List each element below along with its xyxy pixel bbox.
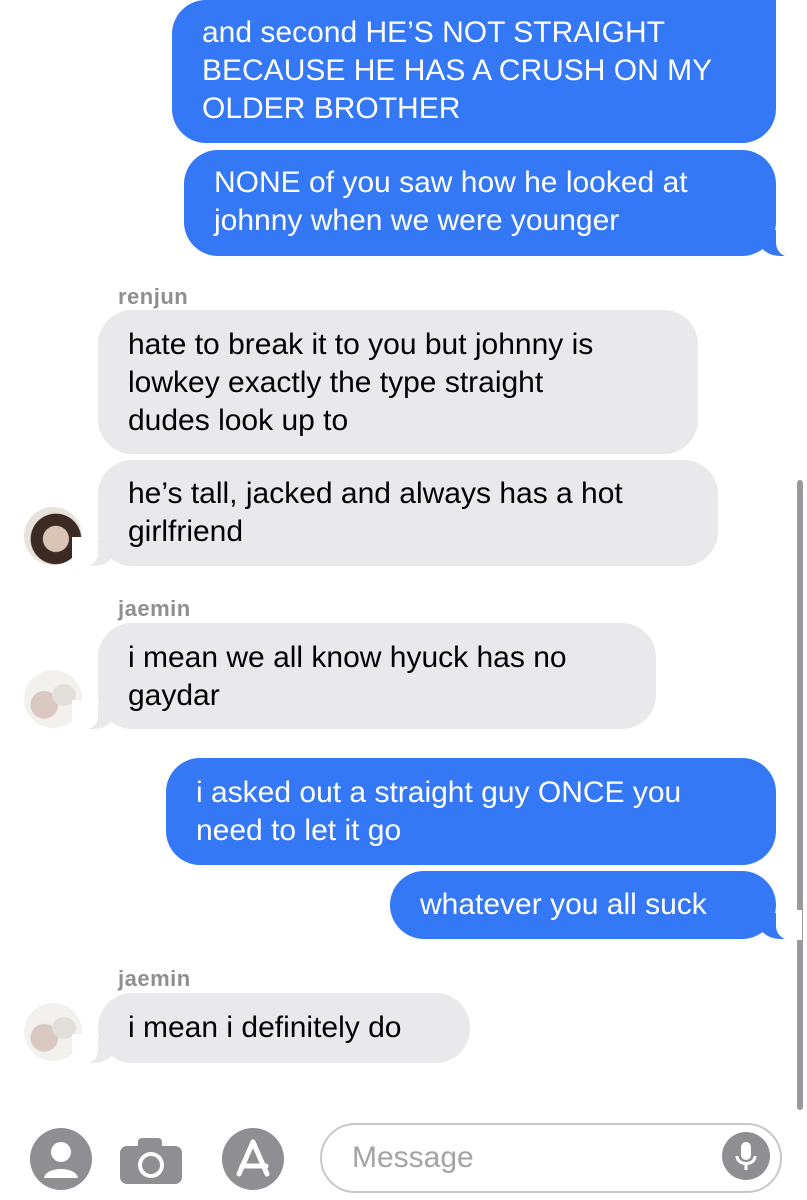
message-line: girlfriend: [128, 515, 244, 548]
message-line: i mean we all know hyuck has no: [128, 641, 567, 674]
message-line: i asked out a straight guy ONCE you: [196, 776, 682, 809]
sender-name: jaemin: [118, 966, 191, 991]
message-bubble-outgoing[interactable]: whatever you all suck: [390, 871, 802, 940]
message-line: lowkey exactly the type straight: [128, 366, 544, 399]
app-store-icon[interactable]: [222, 1128, 284, 1190]
message-bubble-incoming[interactable]: i mean we all know hyuck has no gaydar: [72, 623, 656, 730]
message-bubble-outgoing[interactable]: NONE of you saw how he looked at johnny …: [184, 150, 802, 257]
message-line: whatever you all suck: [420, 888, 707, 921]
message-input[interactable]: Message: [320, 1123, 782, 1193]
microphone-icon[interactable]: [722, 1132, 770, 1180]
message-line: dudes look up to: [128, 404, 349, 437]
message-line: gaydar: [128, 679, 220, 712]
scrollbar[interactable]: [797, 480, 803, 1110]
camera-icon[interactable]: [118, 1136, 184, 1186]
sender-name: jaemin: [118, 596, 191, 621]
message-line: johnny when we were younger: [214, 204, 620, 237]
message-bubble-incoming[interactable]: i mean i definitely do: [72, 993, 470, 1064]
message-bubble-incoming[interactable]: hate to break it to you but johnny is lo…: [98, 310, 698, 454]
message-line: hate to break it to you but johnny is: [128, 328, 594, 361]
message-line: he’s tall, jacked and always has a hot: [128, 477, 623, 510]
person-circle-icon[interactable]: [30, 1128, 92, 1190]
message-line: i mean i definitely do: [128, 1011, 402, 1044]
message-line: BECAUSE HE HAS A CRUSH ON MY: [202, 54, 713, 87]
message-bubble-outgoing[interactable]: i asked out a straight guy ONCE you need…: [166, 758, 776, 865]
message-placeholder: Message: [352, 1141, 474, 1174]
message-thread[interactable]: and second HE’S NOT STRAIGHT BECAUSE HE …: [0, 0, 807, 1110]
message-line: need to let it go: [196, 814, 402, 847]
message-line: NONE of you saw how he looked at: [214, 166, 688, 199]
message-line: and second HE’S NOT STRAIGHT: [202, 16, 665, 49]
message-bubble-incoming[interactable]: he’s tall, jacked and always has a hot g…: [72, 460, 718, 567]
message-bubble-outgoing[interactable]: and second HE’S NOT STRAIGHT BECAUSE HE …: [172, 0, 776, 143]
sender-name: renjun: [118, 284, 189, 309]
message-line: OLDER BROTHER: [202, 92, 461, 125]
